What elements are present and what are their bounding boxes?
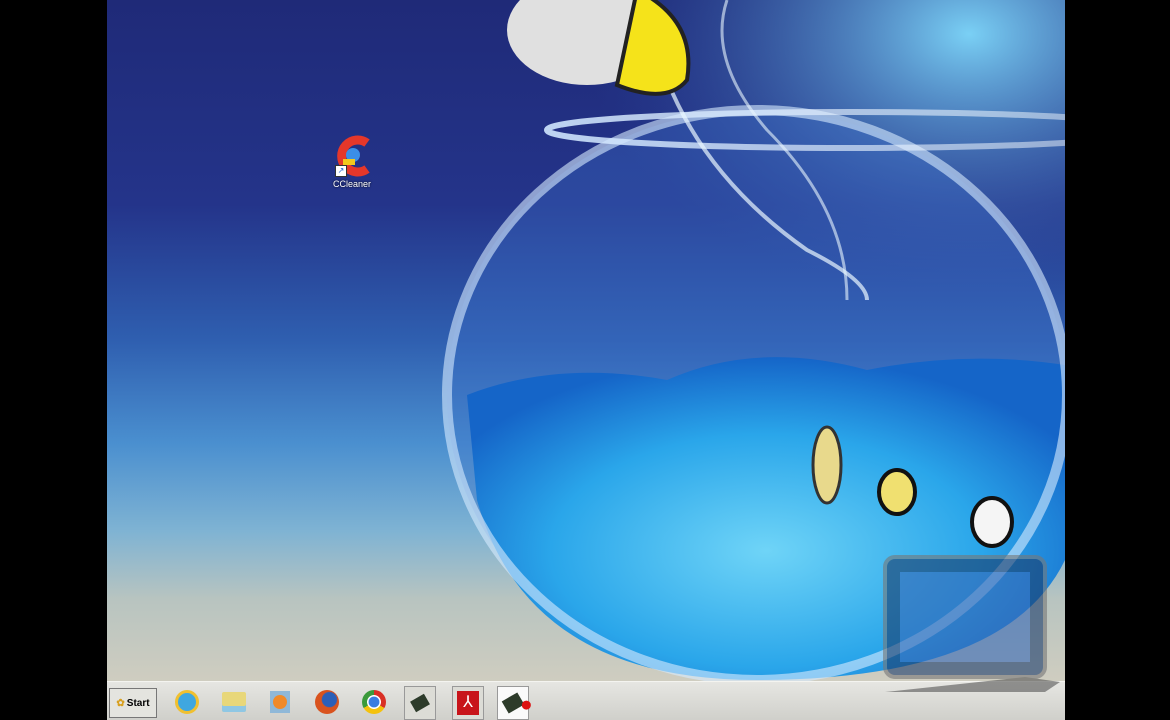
chip-record-icon xyxy=(501,692,531,714)
media-player-icon xyxy=(270,691,290,713)
desktop-icon-label: CCleaner xyxy=(332,179,372,189)
ccleaner-icon: ↗ xyxy=(331,133,373,179)
taskbar-chrome[interactable] xyxy=(359,686,389,718)
ie-icon xyxy=(175,690,199,714)
desktop-icon-ccleaner[interactable]: ↗ CCleaner xyxy=(322,133,382,189)
chip-icon xyxy=(410,693,430,713)
windows-logo-icon: ✿ xyxy=(116,697,125,709)
taskbar-app[interactable] xyxy=(404,686,436,720)
folder-icon xyxy=(222,692,246,712)
taskbar-explorer[interactable] xyxy=(219,686,249,718)
start-button[interactable]: ✿ Start xyxy=(109,688,157,718)
firefox-icon xyxy=(315,690,339,714)
taskbar-media-player[interactable] xyxy=(265,686,295,718)
chrome-icon xyxy=(362,690,386,714)
taskbar-firefox[interactable] xyxy=(312,686,342,718)
taskbar-adobe-reader[interactable]: ⅄ xyxy=(452,686,484,720)
shortcut-arrow-icon: ↗ xyxy=(335,165,347,177)
taskbar-app-active[interactable] xyxy=(497,686,531,720)
pdf-icon: ⅄ xyxy=(457,691,479,715)
watermark-logo xyxy=(875,552,1065,692)
taskbar-ie[interactable] xyxy=(172,686,202,718)
